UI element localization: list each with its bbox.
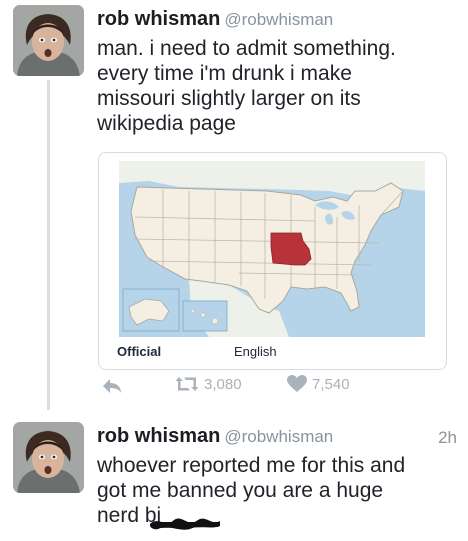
tweet-thread: rob whisman @robwhisman man. i need to ad… — [0, 0, 468, 541]
tweet-text: man. i need to admit something. every ti… — [97, 37, 396, 135]
tweet-header: rob whisman @robwhisman — [97, 8, 333, 31]
avatar[interactable] — [13, 422, 84, 493]
user-handle[interactable]: @robwhisman — [224, 427, 333, 446]
avatar-photo — [13, 422, 84, 493]
map-label-english: English — [234, 344, 277, 359]
censor-scribble — [150, 518, 220, 530]
retweet-button[interactable]: 3,080 — [175, 375, 242, 393]
avatar[interactable] — [13, 5, 84, 76]
like-count: 7,540 — [312, 375, 350, 393]
avatar-photo — [13, 5, 84, 76]
timestamp[interactable]: 2h — [438, 428, 457, 448]
reply-icon — [103, 379, 121, 393]
map-label-official: Official — [117, 344, 162, 359]
tweet-header: rob whisman @robwhisman 2h — [97, 425, 457, 448]
display-name[interactable]: rob whisman — [97, 425, 220, 447]
retweet-icon — [175, 377, 199, 391]
tweet-actions: 3,080 7,540 — [97, 375, 457, 399]
tweet-media-image[interactable]: Official English — [98, 152, 447, 370]
display-name[interactable]: rob whisman — [97, 8, 220, 30]
user-handle[interactable]: @robwhisman — [224, 10, 333, 29]
reply-button[interactable] — [101, 377, 123, 395]
heart-icon — [287, 375, 307, 392]
retweet-count: 3,080 — [204, 375, 242, 393]
thread-connector-line — [47, 80, 50, 410]
us-map-image — [119, 161, 425, 337]
like-button[interactable]: 7,540 — [287, 375, 350, 393]
